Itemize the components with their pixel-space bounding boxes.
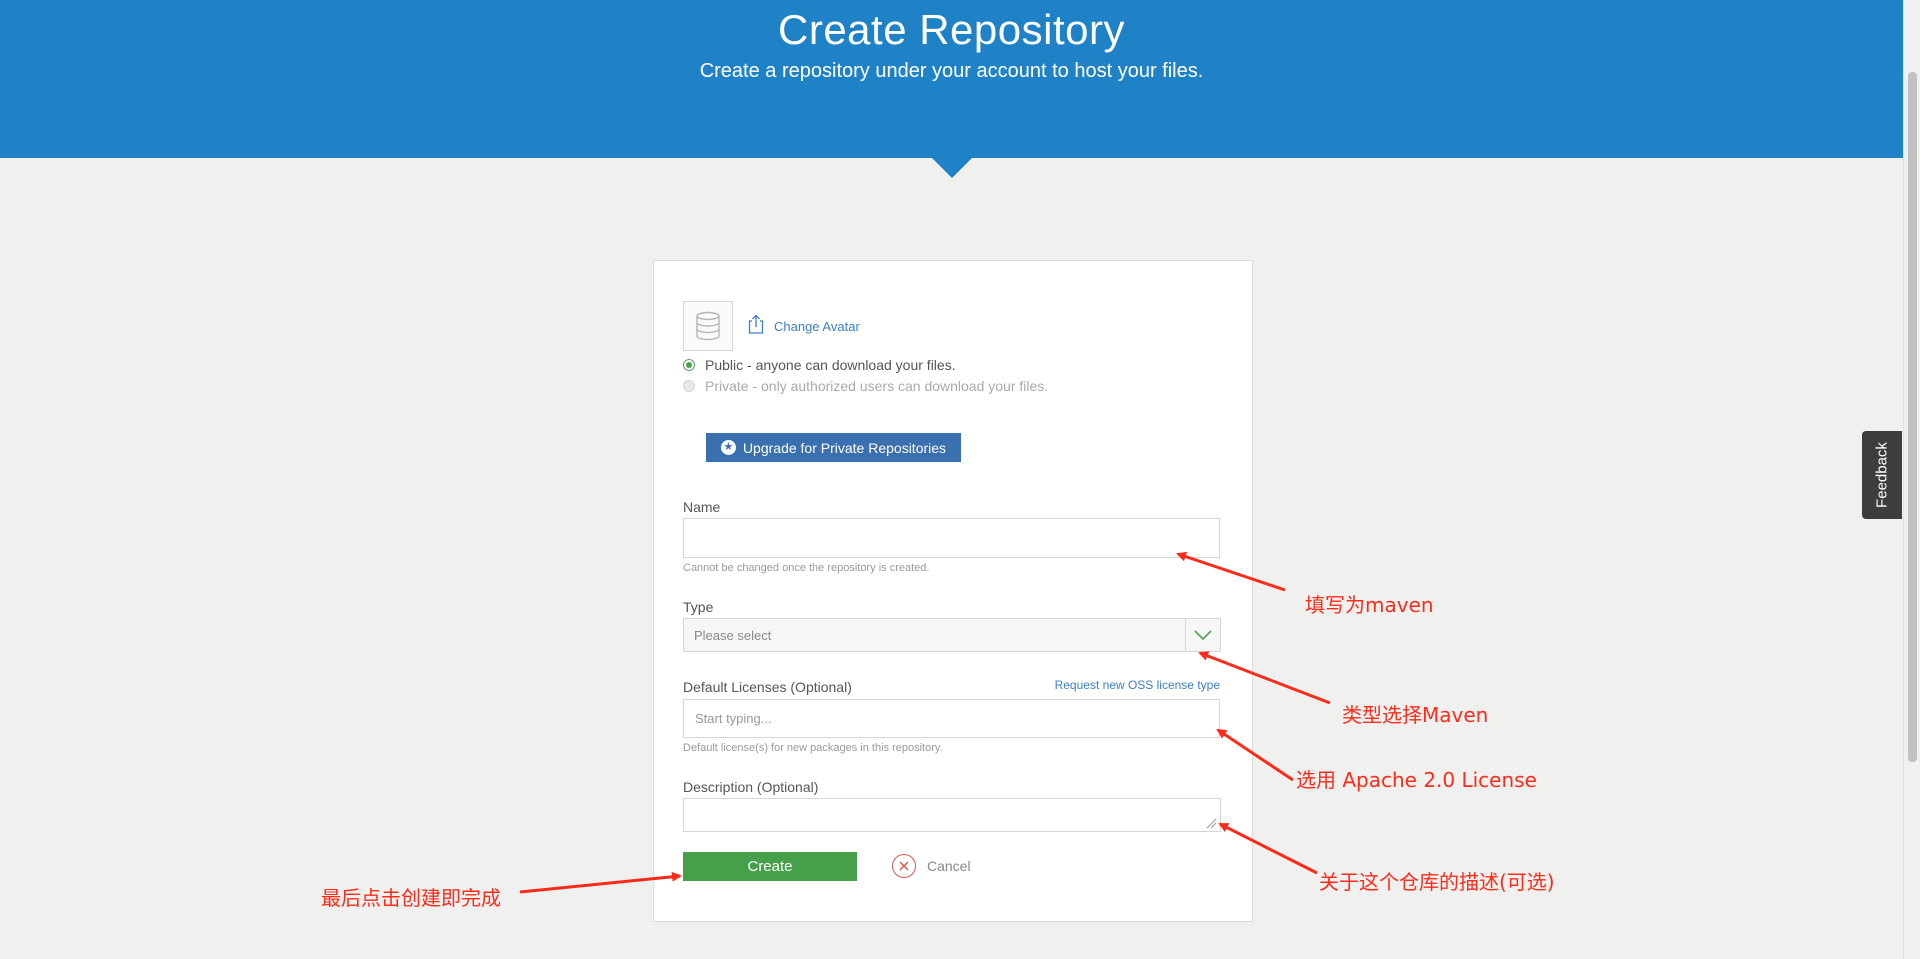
annotation-name: 填写为maven bbox=[1305, 593, 1434, 617]
private-option: Private - only authorized users can down… bbox=[683, 378, 1048, 394]
feedback-tab[interactable]: Feedback bbox=[1862, 431, 1902, 519]
type-selected-value: Please select bbox=[694, 628, 772, 643]
type-select[interactable]: Please select bbox=[683, 618, 1221, 652]
annotation-create: 最后点击创建即完成 bbox=[321, 886, 501, 910]
name-input[interactable] bbox=[683, 518, 1220, 558]
scrollbar-thumb[interactable] bbox=[1908, 72, 1917, 762]
private-label: Private - only authorized users can down… bbox=[705, 378, 1049, 394]
feedback-label: Feedback bbox=[1873, 442, 1891, 508]
cancel-label: Cancel bbox=[927, 858, 971, 874]
create-repository-form: Change Avatar Public - anyone can downlo… bbox=[653, 260, 1253, 922]
header-notch bbox=[932, 158, 972, 178]
change-avatar-label: Change Avatar bbox=[774, 319, 860, 334]
description-textarea[interactable] bbox=[683, 798, 1221, 832]
cancel-button[interactable]: Cancel bbox=[892, 854, 971, 878]
public-option[interactable]: Public - anyone can download your files. bbox=[683, 357, 956, 373]
resize-grip-icon[interactable] bbox=[1205, 817, 1217, 829]
upload-icon bbox=[748, 314, 764, 334]
repository-avatar[interactable] bbox=[683, 301, 733, 351]
change-avatar-link[interactable]: Change Avatar bbox=[748, 313, 860, 334]
annotation-type: 类型选择Maven bbox=[1342, 703, 1489, 727]
type-label: Type bbox=[683, 599, 714, 615]
licenses-label: Default Licenses (Optional) bbox=[683, 679, 852, 695]
public-radio[interactable] bbox=[683, 359, 695, 371]
vertical-scrollbar[interactable] bbox=[1903, 0, 1920, 959]
licenses-input[interactable] bbox=[683, 699, 1220, 738]
annotation-license: 选用 Apache 2.0 License bbox=[1296, 768, 1537, 792]
star-icon: ★ bbox=[720, 440, 736, 455]
public-label: Public - anyone can download your files. bbox=[705, 357, 956, 373]
name-label: Name bbox=[683, 499, 721, 515]
private-radio bbox=[683, 380, 695, 392]
page-header: Create Repository Create a repository un… bbox=[0, 0, 1903, 158]
chevron-down-icon[interactable] bbox=[1185, 619, 1220, 651]
create-button[interactable]: Create bbox=[683, 852, 857, 881]
page-subtitle: Create a repository under your account t… bbox=[699, 60, 1204, 82]
close-icon bbox=[892, 854, 916, 878]
page: Create Repository Create a repository un… bbox=[0, 0, 1920, 959]
upgrade-label: Upgrade for Private Repositories bbox=[742, 439, 947, 456]
annotation-description: 关于这个仓库的描述(可选) bbox=[1319, 870, 1555, 894]
description-label: Description (Optional) bbox=[683, 779, 819, 795]
name-hint: Cannot be changed once the repository is… bbox=[683, 562, 930, 574]
page-title: Create Repository bbox=[778, 6, 1125, 53]
database-icon bbox=[696, 311, 720, 341]
licenses-hint: Default license(s) for new packages in t… bbox=[683, 742, 943, 754]
upgrade-button[interactable]: ★ Upgrade for Private Repositories bbox=[706, 433, 961, 462]
request-license-link[interactable]: Request new OSS license type bbox=[977, 678, 1220, 692]
